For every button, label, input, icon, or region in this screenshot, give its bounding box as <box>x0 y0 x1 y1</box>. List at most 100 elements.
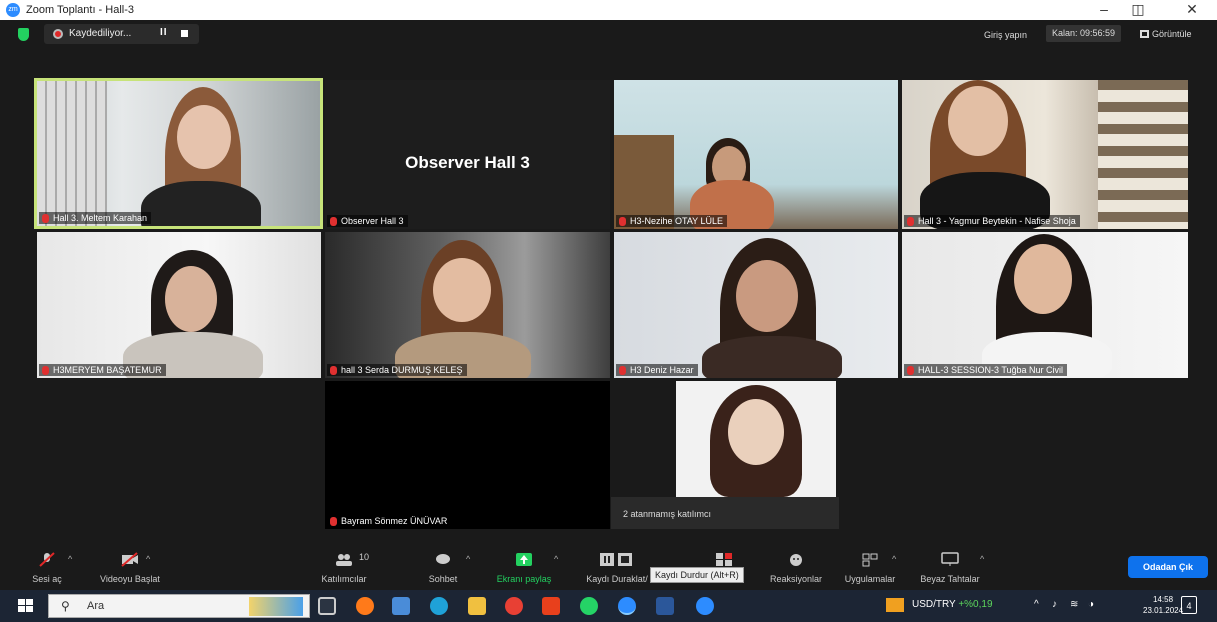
chat-label: Sohbet <box>428 574 458 584</box>
notification-icon[interactable]: 4 <box>1181 596 1197 614</box>
record-label: Kaydı Duraklat/ <box>586 574 648 584</box>
view-label: Görüntüle <box>1152 29 1192 39</box>
chrome-icon[interactable] <box>505 597 523 615</box>
unmute-label: Sesi aç <box>32 574 62 584</box>
view-button[interactable]: Görüntüle <box>1140 29 1192 39</box>
zoom-taskbar-icon-2[interactable] <box>696 597 714 615</box>
meeting-toolbar: ^ Sesi aç ^ Videoyu Başlat 10 Katılımcıl… <box>0 545 1217 590</box>
search-icon: ⚲ <box>61 599 70 613</box>
window-title: Zoom Toplantı - Hall-3 <box>26 4 135 16</box>
office-icon[interactable] <box>542 597 560 615</box>
unassigned-participants[interactable]: 2 atanmamış katılımcı <box>611 497 839 529</box>
video-off-icon <box>121 552 138 567</box>
start-video-button[interactable]: ^ Videoyu Başlat <box>86 545 174 590</box>
video-tile[interactable]: Hall 3 - Yagmur Beytekin - Nafise Shoja <box>902 80 1188 229</box>
meeting-top-bar: Kaydediliyor... II Giriş yapın Kalan: 09… <box>0 20 1217 48</box>
close-button[interactable]: ✕ <box>1178 0 1206 20</box>
pause-recording-icon[interactable]: II <box>160 27 168 38</box>
video-tile[interactable]: H3-Nezihe OTAY LÜLE <box>614 80 898 229</box>
windows-taskbar: ⚲ Ara USD/TRY +%0,19 ^ ♪ ≋ ◑ 14:58 23.01.… <box>0 590 1217 622</box>
ticker-icon <box>886 598 904 612</box>
start-video-label: Videoyu Başlat <box>100 574 160 584</box>
apps-label: Uygulamalar <box>844 574 896 584</box>
signin-link[interactable]: Giriş yapın <box>984 30 1027 40</box>
stop-recording-icon[interactable] <box>181 30 188 37</box>
profile-image <box>676 381 836 497</box>
whiteboard-icon <box>941 552 959 566</box>
participants-button[interactable]: 10 Katılımcılar <box>314 545 374 590</box>
participant-name: H3-Nezihe OTAY LÜLE <box>616 215 728 227</box>
participant-name: hall 3 Serda DURMUŞ KELEŞ <box>327 364 467 376</box>
word-icon[interactable] <box>656 597 674 615</box>
participants-label: Katılımcılar <box>321 574 367 584</box>
clock[interactable]: 14:58 23.01.2024 <box>1143 594 1183 616</box>
record-dot-icon <box>53 29 63 39</box>
recording-indicator: Kaydediliyor... II <box>44 24 199 44</box>
title-bar: zm Zoom Toplantı - Hall-3 – ◫ ✕ <box>0 0 1217 20</box>
whiteboards-button[interactable]: ^ Beyaz Tahtalar <box>900 545 1000 590</box>
reactions-icon <box>790 554 802 566</box>
video-tile[interactable]: hall 3 Serda DURMUŞ KELEŞ <box>325 232 610 378</box>
firefox-icon[interactable] <box>356 597 374 615</box>
grid-icon <box>1140 30 1149 38</box>
pause-stop-icon <box>600 553 632 566</box>
video-tile[interactable]: Hall 3. Meltem Karahan <box>34 78 323 229</box>
video-tile[interactable]: H3MERYEM BAŞATEMUR <box>37 232 321 378</box>
reactions-button[interactable]: Reaksiyonlar <box>764 545 828 590</box>
chevron-up-icon[interactable]: ^ <box>980 554 984 564</box>
windows-start-icon[interactable] <box>18 599 34 613</box>
search-highlight-image <box>249 597 303 616</box>
ticker-name: USD/TRY <box>912 599 956 610</box>
remaining-time: Kalan: 09:56:59 <box>1046 25 1122 42</box>
zoom-app-icon: zm <box>6 3 20 17</box>
security-shield-icon[interactable] <box>18 28 29 41</box>
video-tile[interactable]: HALL-3 SESSION-3 Tuğba Nur Civil <box>902 232 1188 378</box>
calculator-icon[interactable] <box>392 597 410 615</box>
notification-count: 4 <box>1186 601 1192 611</box>
video-tile[interactable]: Bayram Sönmez ÜNÜVAR <box>325 381 610 529</box>
apps-icon <box>862 553 878 567</box>
task-view-icon[interactable] <box>318 597 336 615</box>
participant-name: Observer Hall 3 <box>327 215 408 227</box>
participant-name: H3MERYEM BAŞATEMUR <box>39 364 166 376</box>
unmute-button[interactable]: ^ Sesi aç <box>24 545 72 590</box>
reactions-label: Reaksiyonlar <box>769 574 823 584</box>
zoom-taskbar-icon[interactable] <box>618 597 636 615</box>
minimize-button[interactable]: – <box>1090 0 1118 20</box>
tray-chevron-icon[interactable]: ^ <box>1034 599 1039 610</box>
zoom-window: zm Zoom Toplantı - Hall-3 – ◫ ✕ Kaydedil… <box>0 0 1217 622</box>
record-tooltip: Kaydı Durdur (Alt+R) <box>650 567 744 583</box>
leave-meeting-button[interactable]: Odadan Çık <box>1128 556 1208 578</box>
apps-button[interactable]: ^ Uygulamalar <box>838 545 902 590</box>
participants-count: 10 <box>359 552 370 562</box>
volume-icon[interactable]: ◑ <box>1088 599 1094 610</box>
edge-icon[interactable] <box>430 597 448 615</box>
participant-name: Hall 3. Meltem Karahan <box>39 212 152 224</box>
participant-name: Bayram Sönmez ÜNÜVAR <box>327 515 452 527</box>
chevron-up-icon[interactable]: ^ <box>146 554 150 564</box>
whatsapp-icon[interactable] <box>580 597 598 615</box>
wifi-icon[interactable]: ≋ <box>1070 599 1078 610</box>
file-explorer-icon[interactable] <box>468 597 486 615</box>
chevron-up-icon[interactable]: ^ <box>554 554 558 564</box>
clock-time: 14:58 <box>1153 595 1174 604</box>
currency-ticker[interactable]: USD/TRY +%0,19 <box>912 599 993 610</box>
share-screen-icon <box>516 553 532 566</box>
record-button[interactable]: Kaydı Duraklat/ <box>574 545 660 590</box>
mic-muted-icon <box>39 552 55 567</box>
chevron-up-icon[interactable]: ^ <box>892 554 896 564</box>
mic-tray-icon[interactable]: ♪ <box>1052 599 1057 610</box>
whiteboards-label: Beyaz Tahtalar <box>920 574 980 584</box>
ticker-value: +%0,19 <box>958 599 993 610</box>
video-tile[interactable]: Observer Hall 3 Observer Hall 3 <box>325 80 610 229</box>
share-screen-button[interactable]: ^ Ekranı paylaş <box>492 545 558 590</box>
chevron-up-icon[interactable]: ^ <box>466 554 470 564</box>
participant-name: Hall 3 - Yagmur Beytekin - Nafise Shoja <box>904 215 1080 227</box>
chat-button[interactable]: ^ Sohbet <box>418 545 470 590</box>
chevron-up-icon[interactable]: ^ <box>68 554 72 564</box>
taskbar-search[interactable]: ⚲ Ara <box>48 594 310 618</box>
clock-date: 23.01.2024 <box>1143 606 1184 615</box>
participants-icon <box>336 554 352 566</box>
restore-button[interactable]: ◫ <box>1124 0 1152 20</box>
video-tile[interactable]: H3 Deniz Hazar <box>614 232 898 378</box>
